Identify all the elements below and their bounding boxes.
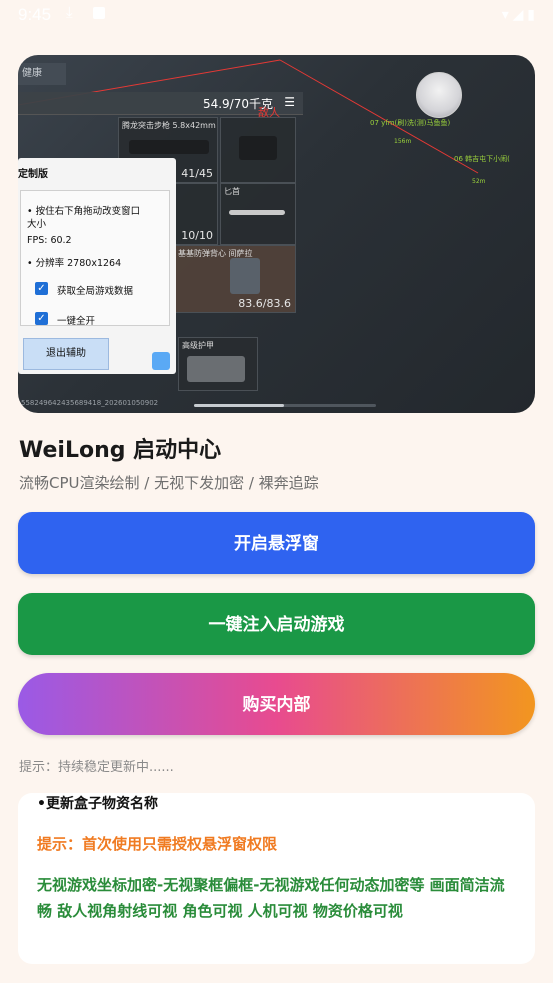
notification-icon: [93, 7, 105, 19]
pistol-icon: [239, 136, 277, 160]
session-id-text: 5582496424356894​18_2026010​50902: [21, 399, 159, 407]
open-floating-window-button[interactable]: 开启悬浮窗: [18, 512, 535, 574]
resize-handle[interactable]: [152, 352, 170, 370]
inventory-slot: 匕首: [220, 183, 296, 245]
banner-scrollbar[interactable]: [194, 404, 376, 407]
status-time: 9:45: [18, 5, 52, 24]
info-permission-tip: 提示：首次使用只需授权悬浮窗权限: [37, 835, 278, 853]
inject-launch-game-button[interactable]: 一键注入启动游戏: [18, 593, 535, 655]
buy-internal-button[interactable]: 购买内部: [18, 673, 535, 735]
checkbox-all-on[interactable]: ✓: [35, 312, 48, 325]
banner-scroll-thumb[interactable]: [194, 404, 284, 407]
wifi-battery-icons: ▾ ◢ ▮: [501, 6, 535, 22]
status-bar: 9:45 ⤓ ▾ ◢ ▮: [0, 0, 553, 32]
health-label: 健康: [18, 63, 66, 85]
enemy-distance: 52m: [472, 178, 486, 185]
update-hint: 提示：持续稳定更新中......: [19, 760, 174, 775]
vest-icon: [230, 258, 260, 294]
enemy-marker-label: 07 yfm(刷)洗(测)马鱼鱼): [370, 119, 451, 127]
page-title: WeiLong 启动中心: [19, 438, 222, 463]
inventory-slot: 高级护甲: [178, 337, 258, 391]
armor-icon: [187, 356, 245, 382]
panel-content: • 按住右下角拖动改变窗口 大小 FPS: 60.2 • 分辨率 2780x12…: [20, 190, 170, 326]
checkbox-global-data[interactable]: ✓: [35, 282, 48, 295]
enemy-distance: 156m: [394, 138, 412, 145]
avatar: [416, 72, 462, 118]
info-card: •更新盒子物资名称 提示：首次使用只需授权悬浮窗权限 无视游戏坐标加密-无视聚框…: [18, 793, 535, 964]
menu-icon: ☰: [284, 95, 295, 109]
rifle-icon: [129, 140, 209, 154]
download-icon: ⤓: [66, 4, 73, 21]
exit-assist-button[interactable]: 退出辅助: [23, 338, 109, 370]
panel-title: 定制版: [18, 169, 48, 180]
knife-icon: [229, 210, 285, 215]
overlay-control-panel: 定制版 • 按住右下角拖动改变窗口 大小 FPS: 60.2 • 分辨率 278…: [18, 158, 176, 374]
inventory-slot: [220, 117, 296, 183]
game-screenshot-banner: 健康 54.9/70千克 ☰ 敌人 腾龙突击步枪 5.8x42mm 41/45 …: [18, 55, 535, 413]
info-feature-list: 无视游戏坐标加密-无视聚框偏框-无视游戏任何动态加密等 画面简洁流畅 敌人视角射…: [37, 876, 505, 920]
info-update-line: •更新盒子物资名称: [37, 796, 158, 812]
page-subtitle: 流畅CPU渲染绘制 / 无视下发加密 / 裸奔追踪: [19, 474, 319, 492]
enemy-marker-label: 06 韩吉屯下小闹(: [454, 155, 510, 163]
inventory-slot: 基基防弹背心 间萨拉 83.6/83.6: [174, 245, 296, 313]
